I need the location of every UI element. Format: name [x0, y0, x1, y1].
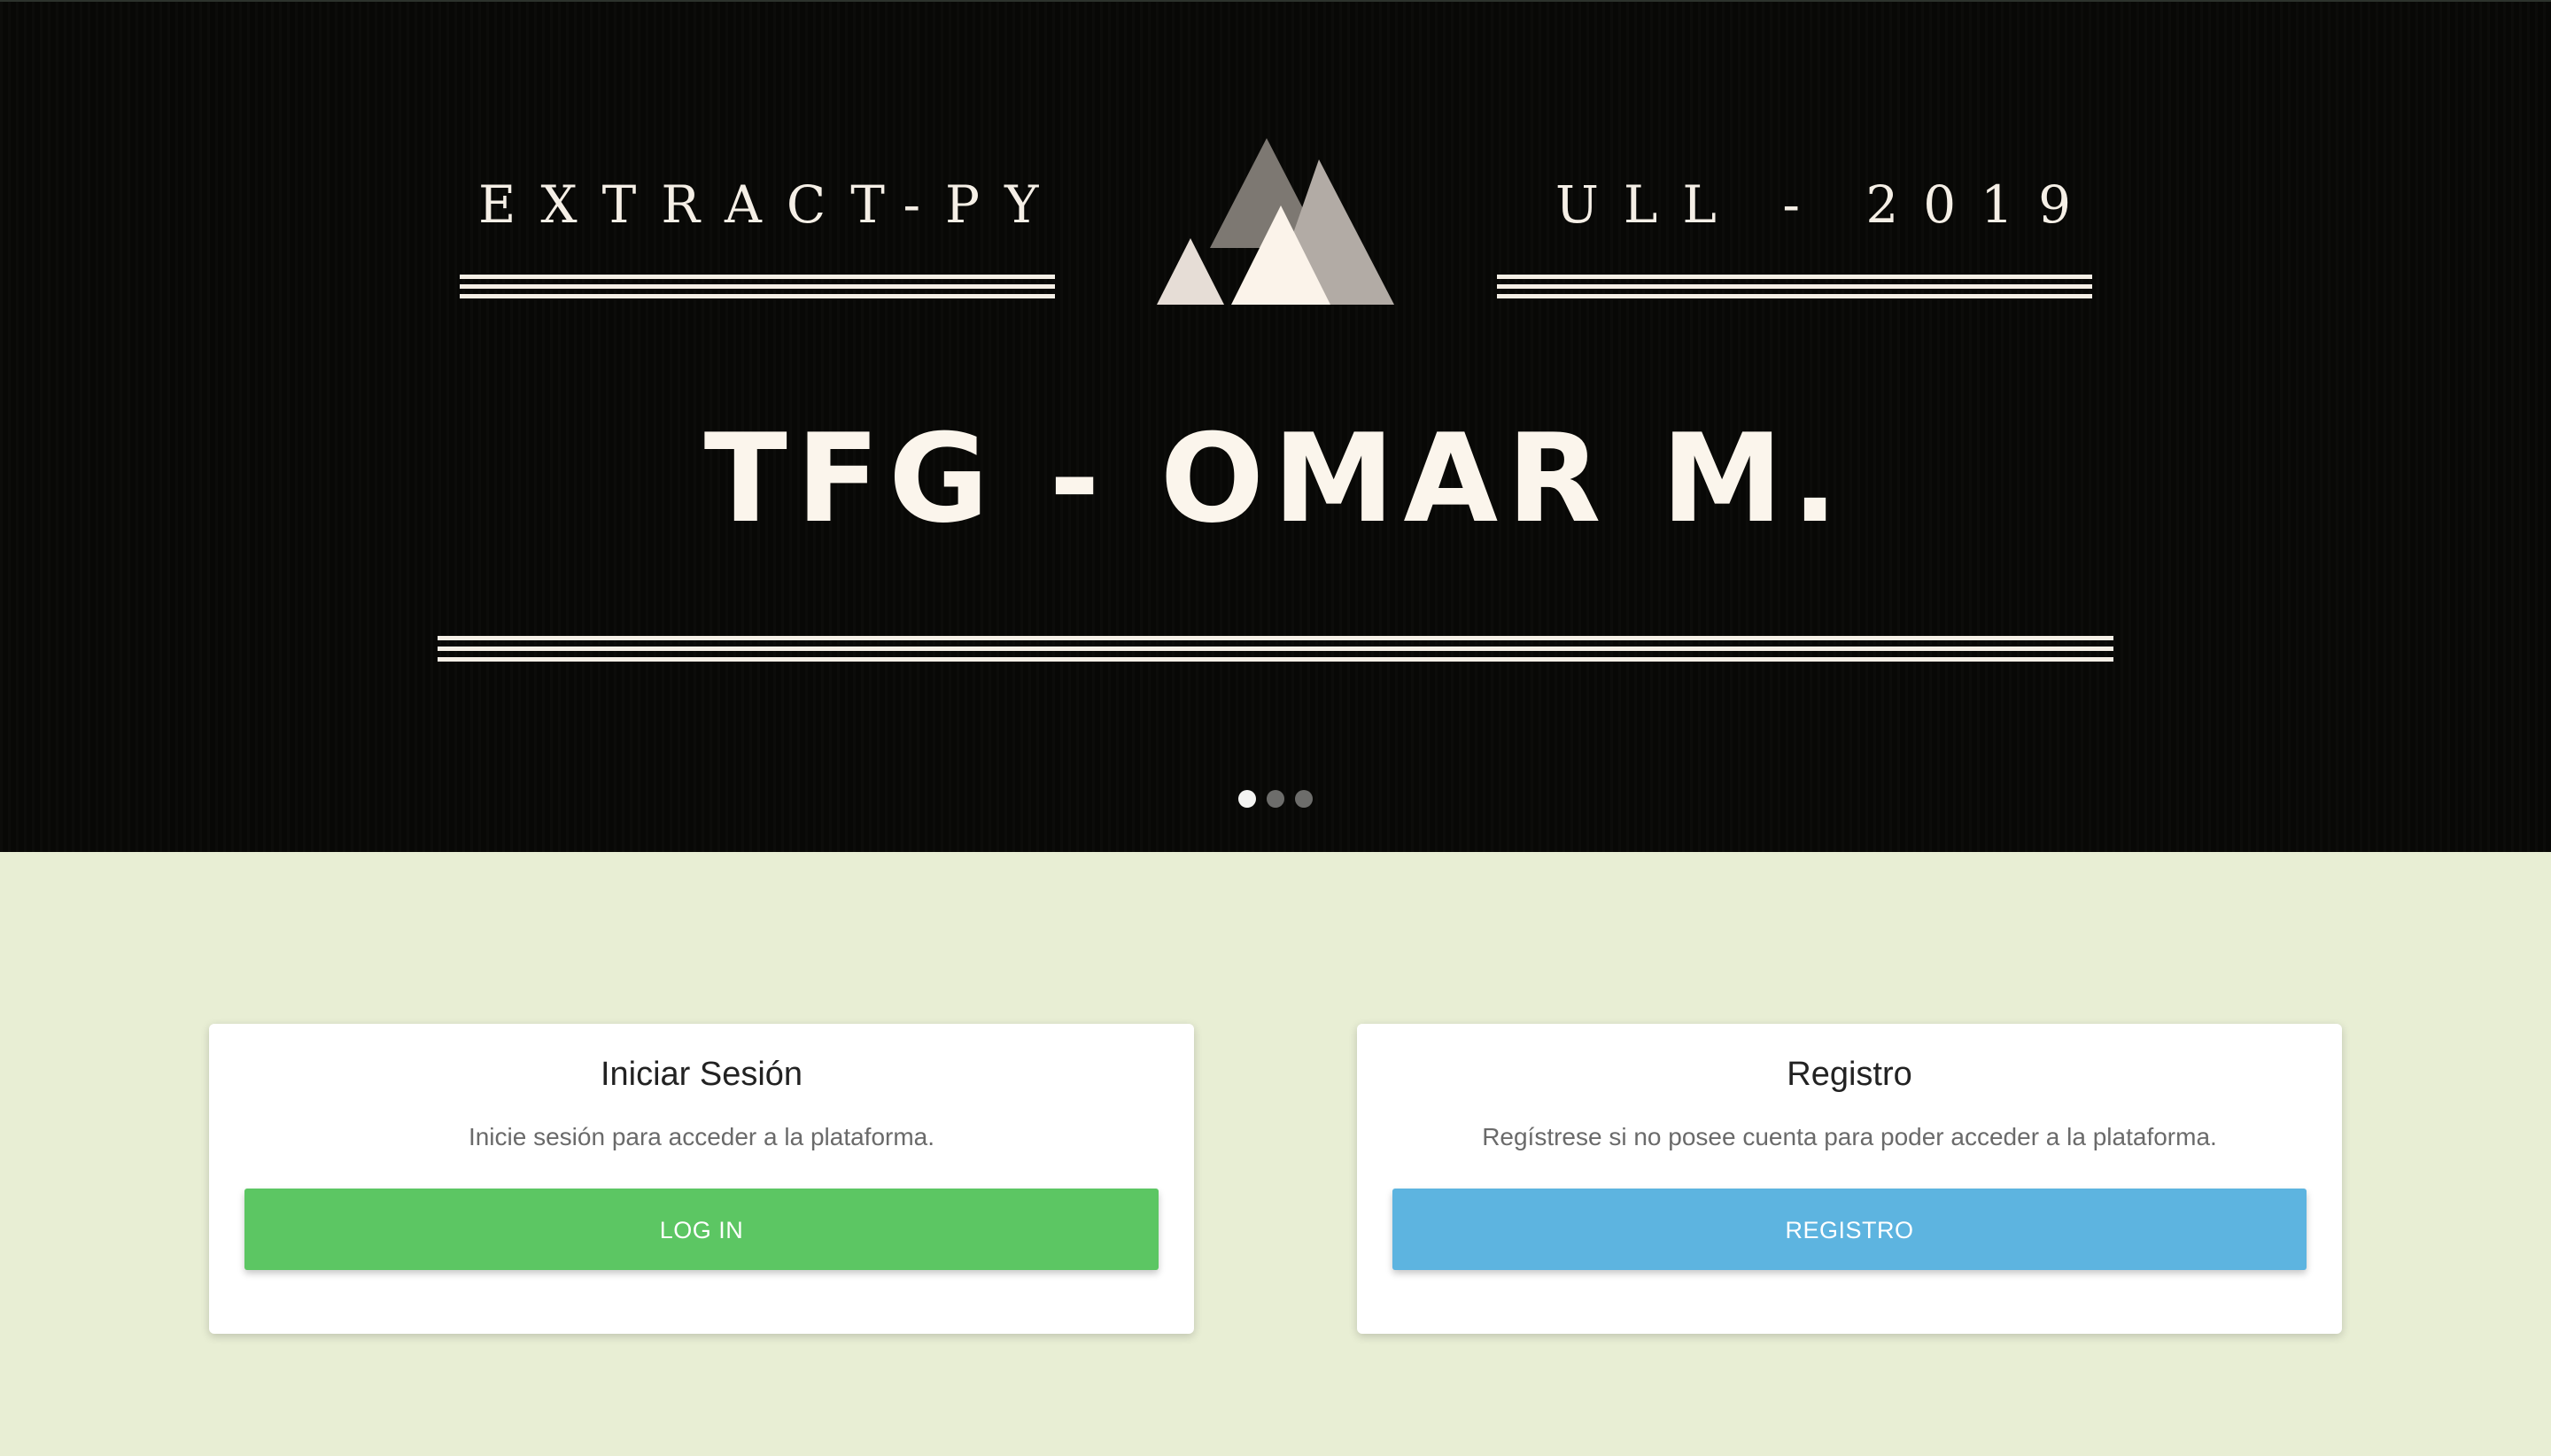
register-button[interactable]: REGISTRO	[1392, 1189, 2307, 1270]
register-card-description: Regístrese si no posee cuenta para poder…	[1482, 1123, 2217, 1150]
login-button[interactable]: LOG IN	[244, 1189, 1159, 1270]
login-card-title: Iniciar Sesión	[600, 1056, 803, 1093]
hero-title: TFG - OMAR M.	[703, 407, 1848, 550]
carousel-indicators	[1238, 790, 1313, 808]
hero-left-text: EXTRACT-PY	[478, 174, 1064, 235]
hero-right-rule	[1497, 275, 2092, 301]
login-card-description: Inicie sesión para acceder a la platafor…	[468, 1123, 935, 1150]
register-card: Registro Regístrese si no posee cuenta p…	[1357, 1024, 2342, 1334]
carousel-dot-1[interactable]	[1238, 790, 1256, 808]
hero-banner: EXTRACT-PY ULL - 2019 TFG - OMAR M.	[0, 0, 2551, 852]
carousel-dot-2[interactable]	[1267, 790, 1284, 808]
hero-right-text: ULL - 2019	[1555, 174, 2096, 235]
mountain-logo-icon	[1157, 138, 1394, 305]
hero-bottom-rule	[438, 636, 2113, 664]
carousel-dot-3[interactable]	[1295, 790, 1313, 808]
hero-left-rule	[460, 275, 1055, 301]
register-card-title: Registro	[1787, 1056, 1912, 1093]
login-card: Iniciar Sesión Inicie sesión para accede…	[209, 1024, 1194, 1334]
